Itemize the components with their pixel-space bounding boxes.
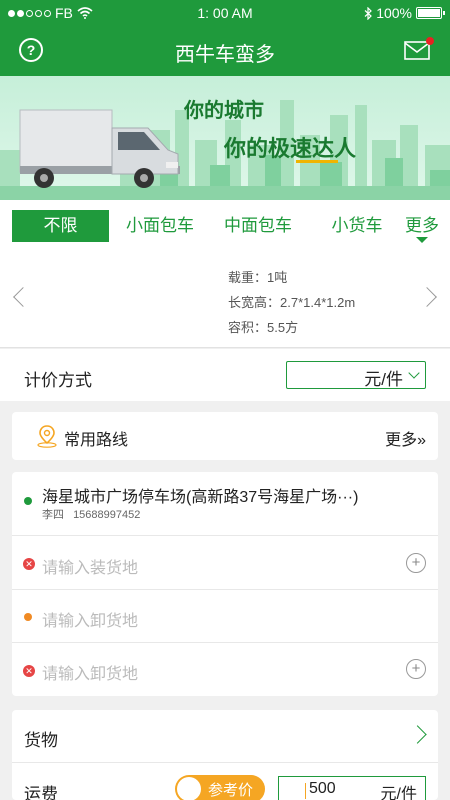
remove-stop-icon[interactable]: ✕ <box>23 665 35 677</box>
reference-price-toggle[interactable]: 参考价 <box>175 775 265 800</box>
nav-bar: ? 西牛车蛮多 <box>0 26 450 76</box>
text-cursor <box>305 783 306 799</box>
loading-address-input[interactable]: 请输入装货地 <box>42 554 138 578</box>
chevron-left-icon[interactable] <box>13 287 33 307</box>
caret-down-icon <box>416 237 428 243</box>
cargo-label[interactable]: 货物 <box>24 726 58 751</box>
spec-volume: 容积：5.5方 <box>228 320 299 335</box>
pricing-unit-select[interactable]: 元/件 <box>286 361 426 389</box>
origin-contact: 李四 15688997452 <box>42 506 140 522</box>
unloading-address-row-2[interactable]: ✕ 请输入卸货地 + <box>12 643 438 696</box>
remove-stop-icon[interactable]: ✕ <box>23 558 35 570</box>
spec-dimensions: 长宽高：2.7*1.4*1.2m <box>228 295 356 310</box>
vehicle-spec-panel: 载重：1吨 长宽高：2.7*1.4*1.2m 容积：5.5方 <box>0 252 450 348</box>
unloading-address-input-1[interactable]: 请输入卸货地 <box>42 607 138 631</box>
status-bar: FB 1: 00 AM 100% <box>0 0 450 26</box>
toggle-knob <box>177 777 201 800</box>
destination-dot-icon <box>24 613 32 621</box>
bluetooth-icon <box>364 6 373 20</box>
contact-name: 李四 <box>42 509 64 521</box>
fee-input[interactable]: 500 元/件 <box>278 776 426 800</box>
battery-icon <box>416 7 445 19</box>
location-pin-icon <box>37 425 57 448</box>
loading-address-row[interactable]: ✕ 请输入装货地 + <box>12 536 438 590</box>
spec-load: 载重：1吨 <box>228 270 288 285</box>
fee-value: 500 <box>309 780 336 797</box>
divider <box>12 762 438 763</box>
tab-small-van[interactable]: 小面包车 <box>120 210 200 242</box>
pricing-method-row: 计价方式 元/件 <box>0 349 450 401</box>
notification-dot <box>426 37 434 45</box>
contact-phone: 15688997452 <box>73 509 141 521</box>
pricing-unit-value: 元/件 <box>364 370 403 389</box>
page-title: 西牛车蛮多 <box>175 44 275 66</box>
status-right: 100% <box>364 5 445 21</box>
pricing-method-label: 计价方式 <box>24 371 92 390</box>
add-stop-icon[interactable]: + <box>406 553 426 573</box>
battery-percent: 100% <box>376 5 412 21</box>
mail-icon <box>404 41 430 60</box>
cargo-panel: 货物 运费 参考价 500 元/件 <box>12 710 438 800</box>
unloading-address-row-1[interactable]: 请输入卸货地 <box>12 590 438 643</box>
fee-label: 运费 <box>24 785 58 800</box>
chevron-right-icon[interactable] <box>417 287 437 307</box>
unloading-address-input-2[interactable]: 请输入卸货地 <box>42 660 138 684</box>
address-list: 海星城市广场停车场(高新路37号海星广场···) 李四 15688997452 … <box>12 472 438 696</box>
vehicle-type-tabs: 不限 小面包车 中面包车 小货车 更多 <box>0 200 450 252</box>
origin-dot-icon <box>24 497 32 505</box>
banner-underline <box>296 160 338 163</box>
common-routes-label: 常用路线 <box>64 432 129 449</box>
fee-unit: 元/件 <box>380 786 417 800</box>
chevron-right-icon[interactable] <box>408 725 427 744</box>
promo-banner[interactable]: 你的城市 你的极速达人 <box>0 76 450 200</box>
origin-address: 海星城市广场停车场(高新路37号海星广场···) <box>42 489 359 506</box>
common-routes-row[interactable]: 常用路线 更多» <box>12 412 438 460</box>
tab-small-truck[interactable]: 小货车 <box>324 210 390 242</box>
add-stop-icon[interactable]: + <box>406 659 426 679</box>
truck-illustration <box>19 109 180 188</box>
banner-slogan-line1: 你的城市 <box>184 100 264 122</box>
banner-slogan-line2: 你的极速达人 <box>224 136 357 161</box>
toggle-label: 参考价 <box>208 782 254 799</box>
tab-medium-van[interactable]: 中面包车 <box>218 210 298 242</box>
origin-address-row[interactable]: 海星城市广场停车场(高新路37号海星广场···) 李四 15688997452 <box>12 472 438 536</box>
messages-button[interactable] <box>404 37 434 60</box>
tab-unlimited[interactable]: 不限 <box>12 210 109 242</box>
chevron-down-icon <box>408 367 420 379</box>
routes-more-link[interactable]: 更多» <box>385 426 426 450</box>
